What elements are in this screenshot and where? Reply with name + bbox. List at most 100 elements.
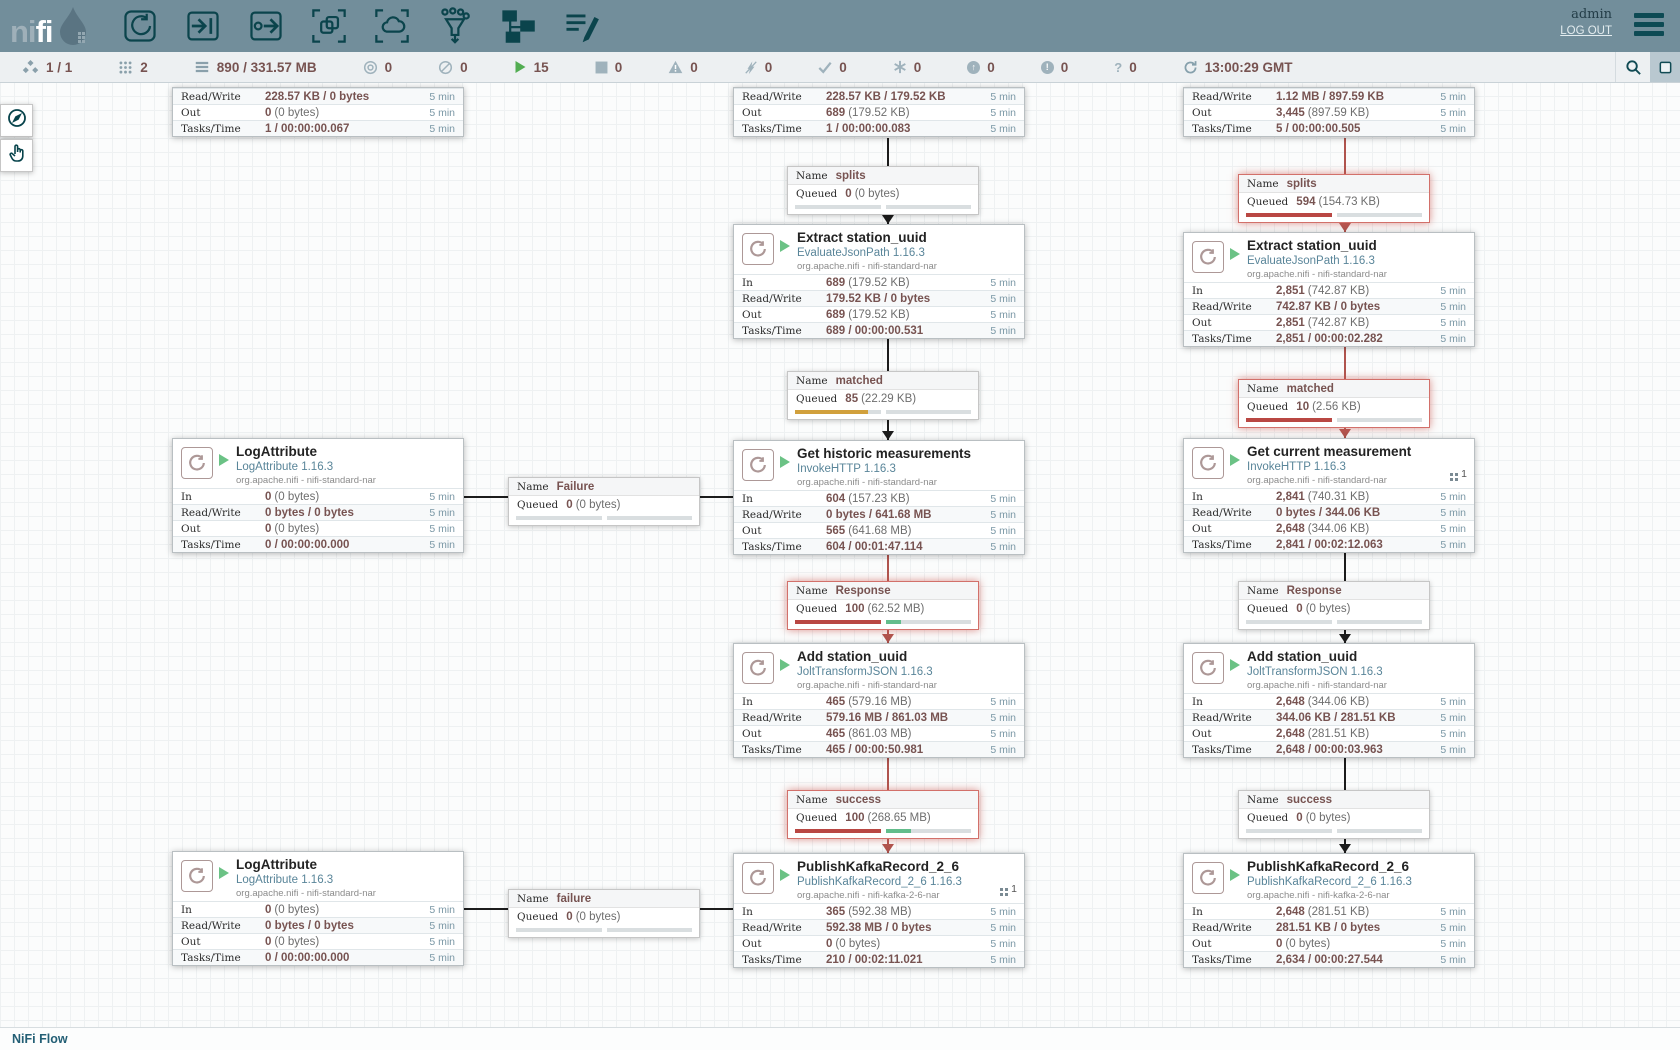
flow-canvas[interactable]: Namesplits Queued0(0 bytes) Namesplits Q… — [0, 82, 1680, 1028]
stat-label: Out — [1184, 317, 1276, 329]
stat-value: 0 bytes / 344.06 KB — [1276, 507, 1422, 519]
connection-label-matched[interactable]: Namematched Queued85(22.29 KB) — [787, 371, 979, 420]
stat-label: Read/Write — [173, 507, 265, 519]
processor-name: LogAttribute — [236, 857, 317, 872]
processor-stamp-icon — [1192, 652, 1224, 684]
stat-window: 5 min — [411, 507, 463, 519]
logout-link[interactable]: LOG OUT — [1560, 25, 1612, 37]
processor-node-get-current-measurement[interactable]: Get current measurement InvokeHTTP 1.16.… — [1183, 438, 1475, 553]
connection-label-matched[interactable]: Namematched Queued10(2.56 KB) — [1238, 379, 1430, 428]
connection-label-failure[interactable]: NameFailure Queued0(0 bytes) — [508, 477, 700, 526]
stopped-count: 0 — [595, 60, 623, 75]
connection-queued-value: 594(154.73 KB) — [1296, 196, 1380, 208]
stat-label: In — [734, 906, 826, 918]
connection-name-key: Name — [517, 481, 549, 493]
processor-name: PublishKafkaRecord_2_6 — [1247, 859, 1409, 874]
stat-value: 0(0 bytes) — [265, 491, 411, 503]
running-status-icon — [219, 867, 229, 879]
stat-value: 2,634 / 00:00:27.544 — [1276, 954, 1422, 966]
stat-value: 2,648(344.06 KB) — [1276, 523, 1422, 535]
active-threads: 2 — [118, 60, 148, 75]
connection-queued-value: 0(0 bytes) — [845, 188, 899, 200]
not-transmitting-count: 0 — [438, 60, 468, 75]
processor-node-extract-station-uuid[interactable]: Extract station_uuid EvaluateJsonPath 1.… — [733, 224, 1025, 339]
stat-window: 5 min — [411, 107, 463, 119]
stat-label: Out — [734, 309, 826, 321]
app-header: nifi admin LOG OUT — [0, 0, 1680, 52]
connection-label-response[interactable]: NameResponse Queued0(0 bytes) — [1238, 581, 1430, 630]
logo-text-fi: fi — [36, 14, 53, 49]
processor-tool-icon[interactable] — [120, 6, 160, 46]
flow-status-bar: 1 / 1 2 890 / 331.57 MB 0 0 15 0 0 0 0 0… — [0, 52, 1680, 83]
processor-node-logattribute[interactable]: LogAttribute LogAttribute 1.16.3 org.apa… — [172, 851, 464, 966]
breadcrumb[interactable]: NiFi Flow — [12, 1032, 68, 1046]
processor-node-add-station-uuid[interactable]: Add station_uuid JoltTransformJSON 1.16.… — [733, 643, 1025, 758]
settings-panel-icon[interactable] — [1650, 52, 1680, 82]
label-tool-icon[interactable] — [561, 6, 601, 46]
stat-label: Read/Write — [1184, 922, 1276, 934]
stat-label: Read/Write — [1184, 507, 1276, 519]
processor-node-add-station-uuid[interactable]: Add station_uuid JoltTransformJSON 1.16.… — [1183, 643, 1475, 758]
operate-palette-button[interactable] — [0, 139, 33, 172]
processor-node-partial[interactable]: Read/Write1.12 MB / 897.59 KB5 min Out3,… — [1183, 87, 1475, 137]
connection-label-success[interactable]: Namesuccess Queued100(268.65 MB) — [787, 790, 979, 839]
processor-node-logattribute[interactable]: LogAttribute LogAttribute 1.16.3 org.apa… — [172, 438, 464, 553]
output-port-tool-icon[interactable] — [246, 6, 286, 46]
funnel-tool-icon[interactable] — [435, 6, 475, 46]
processor-type: PublishKafkaRecord_2_6 1.16.3 — [1247, 876, 1412, 888]
hand-icon — [7, 143, 27, 168]
connection-queued-key: Queued — [1247, 401, 1288, 413]
stat-label: Read/Write — [734, 922, 826, 934]
compass-icon — [7, 108, 27, 133]
connection-label-splits[interactable]: Namesplits Queued0(0 bytes) — [787, 166, 979, 215]
stat-window: 5 min — [411, 491, 463, 503]
connection-name-key: Name — [796, 585, 828, 597]
processor-node-partial[interactable]: Read/Write228.57 KB / 0 bytes5 min Out0(… — [172, 87, 464, 137]
stat-window: 5 min — [411, 539, 463, 551]
processor-node-extract-station-uuid[interactable]: Extract station_uuid EvaluateJsonPath 1.… — [1183, 232, 1475, 347]
search-icon[interactable] — [1615, 52, 1650, 82]
locally-modified-count: 0 — [893, 60, 922, 75]
stat-label: Tasks/Time — [173, 123, 265, 135]
thread-grid-icon — [1450, 473, 1453, 476]
invalid-warning-icon — [668, 60, 683, 74]
connection-label-success[interactable]: Namesuccess Queued0(0 bytes) — [1238, 790, 1430, 839]
refresh-icon[interactable] — [1183, 60, 1198, 75]
connection-label-response[interactable]: NameResponse Queued100(62.52 MB) — [787, 581, 979, 630]
stat-label: Read/Write — [1184, 301, 1276, 313]
connection-arrow — [1339, 634, 1351, 643]
processor-node-partial[interactable]: Read/Write228.57 KB / 179.52 KB5 min Out… — [733, 87, 1025, 137]
stat-value: 465(579.16 MB) — [826, 696, 972, 708]
stat-value: 228.57 KB / 179.52 KB — [826, 91, 972, 103]
processor-node-get-historic-measurements[interactable]: Get historic measurements InvokeHTTP 1.1… — [733, 440, 1025, 555]
stat-value: 0 bytes / 0 bytes — [265, 920, 411, 932]
stat-value: 1 / 00:00:00.067 — [265, 123, 411, 135]
processor-name: PublishKafkaRecord_2_6 — [797, 859, 959, 874]
processor-node-publishkafkarecord[interactable]: PublishKafkaRecord_2_6 PublishKafkaRecor… — [1183, 853, 1475, 968]
processor-stamp-icon — [742, 233, 774, 265]
processor-type: LogAttribute 1.16.3 — [236, 461, 333, 473]
connection-name-key: Name — [796, 170, 828, 182]
backpressure-bars — [1239, 826, 1429, 838]
stat-window: 5 min — [1422, 728, 1474, 740]
running-status-icon — [780, 869, 790, 881]
stat-label: Tasks/Time — [1184, 539, 1276, 551]
stat-window: 5 min — [972, 123, 1024, 135]
template-tool-icon[interactable] — [498, 6, 538, 46]
active-thread-count-badge: 1 — [1000, 883, 1017, 895]
navigate-palette-button[interactable] — [0, 104, 33, 137]
processor-node-publishkafkarecord[interactable]: PublishKafkaRecord_2_6 PublishKafkaRecor… — [733, 853, 1025, 968]
connection-name-value: Response — [1287, 585, 1342, 597]
stat-label: Out — [734, 938, 826, 950]
connection-name-key: Name — [1247, 383, 1279, 395]
global-menu-icon[interactable] — [1634, 13, 1664, 37]
connection-arrow — [882, 844, 894, 853]
connection-label-splits[interactable]: Namesplits Queued594(154.73 KB) — [1238, 174, 1430, 223]
stat-label: In — [734, 493, 826, 505]
stat-value: 0 / 00:00:00.000 — [265, 952, 411, 964]
input-port-tool-icon[interactable] — [183, 6, 223, 46]
process-group-tool-icon[interactable] — [309, 6, 349, 46]
logo-text-ni: ni — [10, 14, 36, 49]
connection-label-failure[interactable]: Namefailure Queued0(0 bytes) — [508, 889, 700, 938]
remote-process-group-tool-icon[interactable] — [372, 6, 412, 46]
